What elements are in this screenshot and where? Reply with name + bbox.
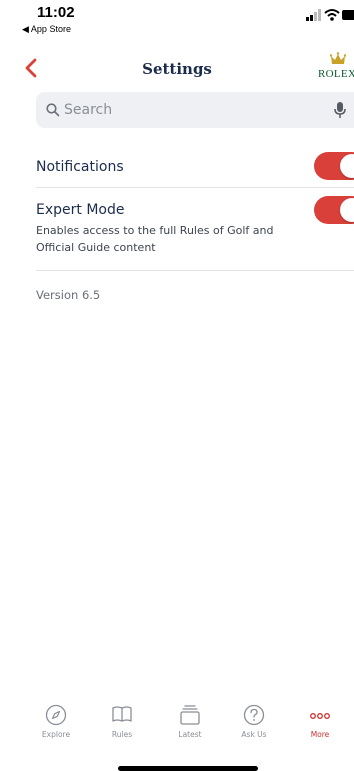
- expert-mode-label: Expert Mode: [36, 202, 125, 218]
- stack-icon: [180, 705, 200, 725]
- tab-latest[interactable]: Latest: [160, 704, 220, 748]
- tab-rules[interactable]: Rules: [92, 704, 152, 748]
- search-input[interactable]: [64, 92, 304, 128]
- book-icon: [112, 706, 132, 722]
- expert-mode-toggle[interactable]: [314, 196, 354, 224]
- tab-explore[interactable]: Explore: [26, 704, 86, 748]
- microphone-icon[interactable]: [334, 101, 346, 119]
- search-icon: [46, 103, 60, 117]
- crown-icon: [330, 52, 346, 64]
- tab-label: Explore: [41, 730, 71, 739]
- status-bar: 11:02 ◀ App Store: [0, 0, 354, 44]
- rolex-logo-text: ROLEX: [318, 68, 354, 80]
- tab-label: More: [310, 730, 330, 739]
- more-dots-icon: [310, 713, 330, 719]
- expert-mode-description: Enables access to the full Rules of Golf…: [36, 224, 274, 254]
- search-bar: [36, 92, 354, 128]
- notifications-toggle[interactable]: [314, 152, 354, 180]
- status-time: 11:02: [37, 4, 75, 21]
- page-title: Settings: [142, 60, 212, 78]
- divider: [36, 187, 354, 188]
- tab-ask-us[interactable]: Ask Us: [224, 704, 284, 748]
- rolex-logo: ROLEX: [318, 52, 354, 82]
- home-indicator[interactable]: [118, 766, 258, 771]
- tab-label: Latest: [178, 730, 202, 739]
- notifications-row: Notifications: [36, 152, 354, 184]
- question-icon: [243, 704, 265, 726]
- signal-icon: [306, 9, 321, 21]
- expert-mode-row: Expert Mode Enables access to the full R…: [36, 196, 354, 266]
- divider: [36, 270, 354, 271]
- back-to-app-store-link[interactable]: ◀ App Store: [22, 24, 71, 35]
- toggle-knob: [340, 154, 354, 178]
- version-text: Version 6.5: [36, 288, 101, 302]
- tab-more[interactable]: More: [290, 704, 350, 748]
- wifi-icon: [324, 9, 340, 21]
- battery-icon: [342, 10, 354, 20]
- notifications-label: Notifications: [36, 159, 124, 175]
- navigation-bar: Settings ROLEX: [0, 50, 354, 90]
- status-icons: [306, 9, 354, 21]
- tab-label: Ask Us: [241, 730, 267, 739]
- toggle-knob: [340, 198, 354, 222]
- compass-icon: [45, 704, 67, 726]
- tab-bar: Explore Rules Latest Ask Us More: [0, 700, 354, 771]
- tab-label: Rules: [111, 730, 133, 739]
